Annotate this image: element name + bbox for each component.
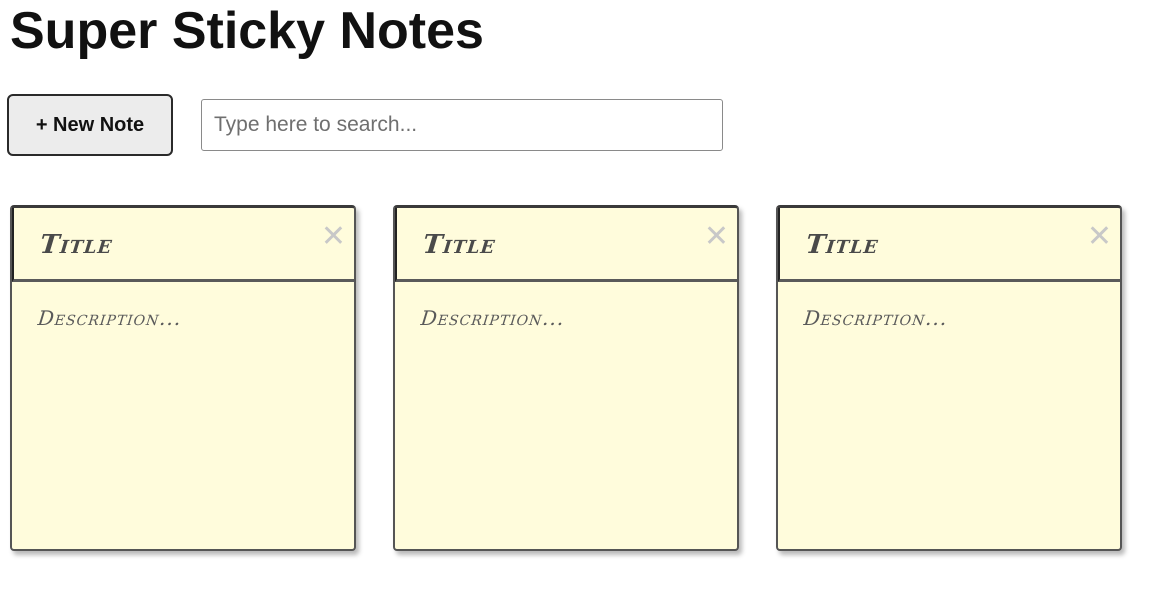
note-header: Title ✕ xyxy=(395,208,737,282)
note-description[interactable]: Description... xyxy=(37,306,183,330)
close-icon[interactable]: ✕ xyxy=(704,222,729,252)
close-icon[interactable]: ✕ xyxy=(321,222,346,252)
page-title: Super Sticky Notes xyxy=(10,2,484,60)
note-title[interactable]: Title xyxy=(804,230,880,260)
notes-board: Title ✕ Description... Title ✕ Descripti… xyxy=(0,205,1160,565)
note-title[interactable]: Title xyxy=(421,230,497,260)
note-header: Title ✕ xyxy=(12,208,354,282)
sticky-note[interactable]: Title ✕ Description... xyxy=(393,205,739,551)
sticky-note[interactable]: Title ✕ Description... xyxy=(10,205,356,551)
new-note-button[interactable]: + New Note xyxy=(7,94,173,156)
toolbar: + New Note xyxy=(7,94,727,156)
close-icon[interactable]: ✕ xyxy=(1087,222,1112,252)
note-title[interactable]: Title xyxy=(38,230,114,260)
note-description[interactable]: Description... xyxy=(420,306,566,330)
sticky-note[interactable]: Title ✕ Description... xyxy=(776,205,1122,551)
note-description[interactable]: Description... xyxy=(803,306,949,330)
search-input[interactable] xyxy=(201,99,723,151)
note-header: Title ✕ xyxy=(778,208,1120,282)
